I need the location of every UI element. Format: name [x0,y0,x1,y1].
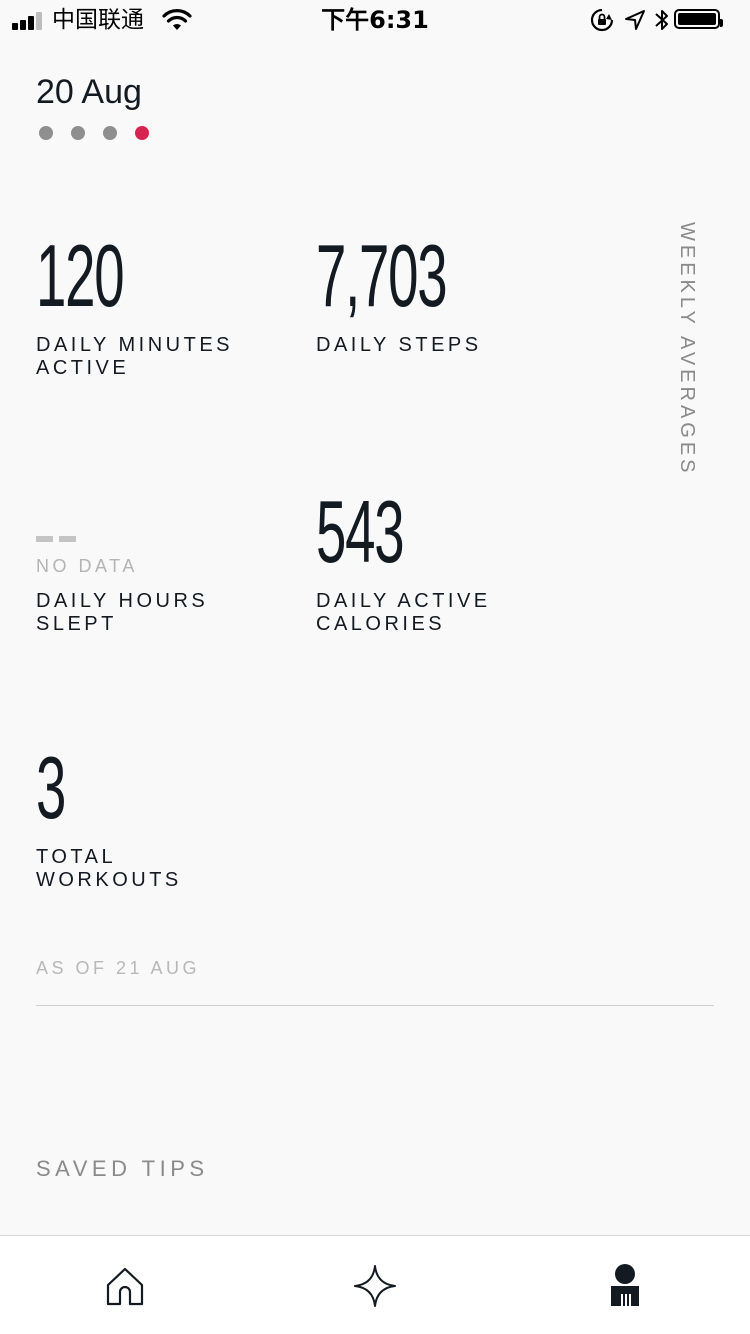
as-of-date: AS OF 21 AUG [36,958,201,978]
workouts-label-line2: WORKOUTS [36,869,182,891]
no-data-dash [36,536,53,542]
tab-discover[interactable] [353,1264,397,1308]
tab-home[interactable] [103,1264,147,1308]
activity-screen: 中国联通 下午6:31 20 Aug WEEKLY AVERAGES 120 D… [0,0,750,1334]
steps-value: 7,703 [316,226,448,325]
saved-tips-heading: SAVED TIPS [36,1156,209,1181]
minutes-active-label-line1: DAILY MINUTES [36,334,234,356]
weekly-averages-label: WEEKLY AVERAGES [676,222,698,477]
active-calories-label: DAILY ACTIVE CALORIES [316,590,556,636]
status-bar: 中国联通 下午6:31 [0,0,750,40]
orientation-lock-icon [590,8,614,32]
profile-icon [611,1264,639,1306]
hours-slept-label: DAILY HOURS SLEPT [36,590,276,636]
active-calories-value: 543 [316,482,405,581]
workouts-label-line1: TOTAL [36,846,117,868]
minutes-active-label-line2: ACTIVE [36,357,130,379]
tab-profile[interactable] [603,1264,647,1308]
battery-icon [674,9,723,29]
date-title: 20 Aug [36,73,142,111]
bluetooth-icon [655,10,668,30]
minutes-active-label: DAILY MINUTES ACTIVE [36,334,276,380]
page-dot-active[interactable] [135,126,149,140]
page-dot[interactable] [71,126,85,140]
no-data-dash [59,536,76,542]
tab-bar [0,1235,750,1334]
page-indicator[interactable] [39,126,149,140]
page-dot[interactable] [39,126,53,140]
hours-slept-label-line2: SLEPT [36,613,117,635]
workouts-value: 3 [36,738,66,837]
steps-label: DAILY STEPS [316,334,556,357]
minutes-active-value: 120 [36,226,125,325]
no-data-label: NO DATA [36,556,138,576]
sparkle-icon [354,1265,396,1307]
workouts-label: TOTAL WORKOUTS [36,846,276,892]
steps-label-line1: DAILY STEPS [316,334,482,356]
page-dot[interactable] [103,126,117,140]
hours-slept-label-line1: DAILY HOURS [36,590,209,612]
active-calories-label-line1: DAILY ACTIVE [316,590,491,612]
active-calories-label-line2: CALORIES [316,613,446,635]
location-icon [625,10,645,30]
home-icon [106,1267,144,1306]
divider [36,1005,714,1006]
